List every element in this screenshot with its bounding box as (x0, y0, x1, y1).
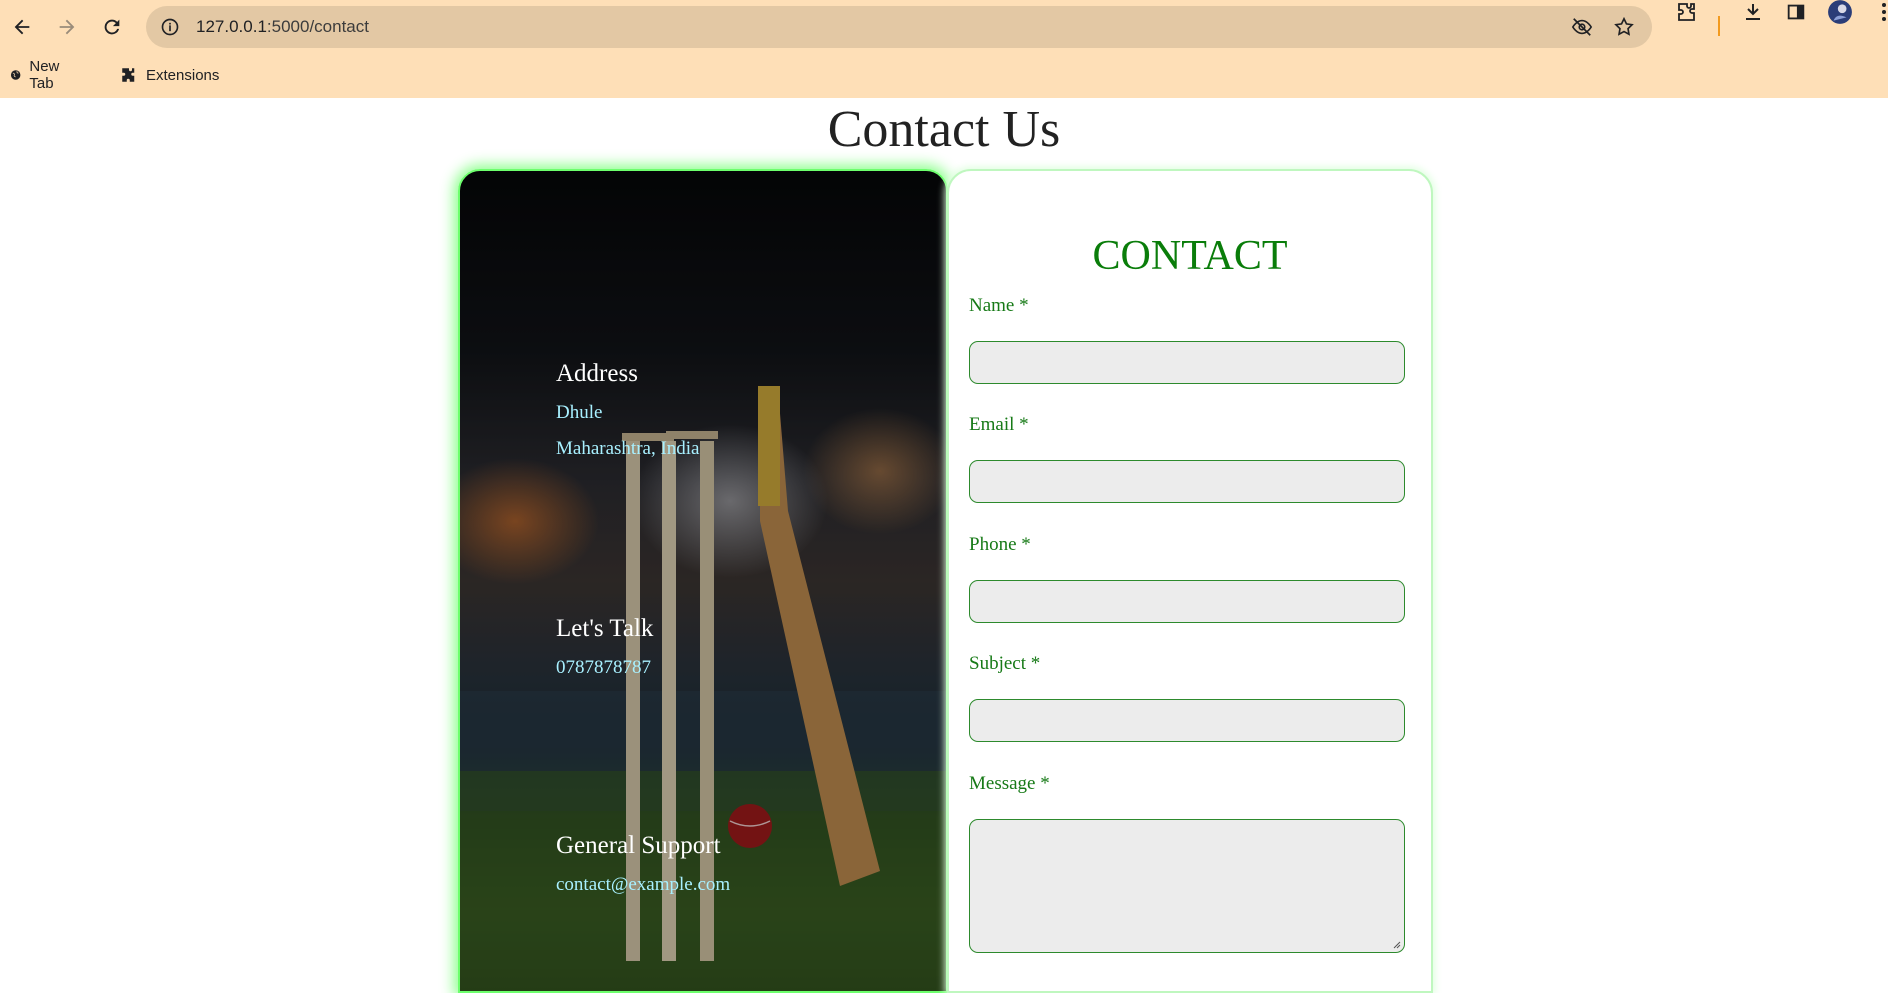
url-text[interactable]: 127.0.0.1:5000/contact (196, 17, 369, 37)
lets-talk-block: Let's Talk 0787878787 (556, 614, 653, 682)
name-input[interactable] (969, 341, 1405, 384)
lets-talk-heading: Let's Talk (556, 615, 654, 642)
address-bar[interactable]: 127.0.0.1:5000/contact (146, 6, 1652, 48)
forward-button[interactable] (50, 10, 84, 44)
bookmark-new-tab[interactable]: New Tab (10, 58, 66, 92)
page-title: Contact Us (827, 101, 1061, 158)
arrow-left-icon (14, 19, 30, 35)
general-support-heading: General Support (556, 832, 721, 859)
side-panel-icon[interactable] (1782, 0, 1810, 26)
toolbar-separator (1718, 16, 1720, 36)
general-support-block: General Support contact@example.com (556, 831, 730, 899)
email-label: Email * (969, 414, 1029, 435)
email-input[interactable] (969, 460, 1405, 503)
bookmark-label: Extensions (146, 66, 220, 84)
extensions-icon[interactable] (1672, 0, 1700, 26)
address-line-1: Dhule (556, 402, 603, 423)
subject-input[interactable] (969, 699, 1405, 742)
message-label: Message * (969, 773, 1050, 794)
form-title: CONTACT (1092, 233, 1288, 279)
reload-button[interactable] (95, 10, 129, 44)
url-host: 127.0.0.1 (196, 17, 267, 36)
address-heading: Address (556, 360, 638, 387)
name-label: Name * (969, 295, 1029, 316)
back-button[interactable] (5, 10, 39, 44)
eye-off-icon[interactable] (1570, 15, 1594, 39)
browser-chrome: 127.0.0.1:5000/contact New Tab Extension… (0, 0, 1888, 98)
profile-avatar[interactable] (1826, 0, 1854, 26)
resize-handle-icon[interactable] (1391, 939, 1401, 949)
subject-label: Subject * (969, 653, 1041, 674)
download-icon[interactable] (1739, 0, 1767, 26)
arrow-right-icon (59, 19, 75, 35)
url-path: :5000/contact (266, 17, 369, 36)
reload-icon (104, 19, 120, 35)
address-block: Address Dhule Maharashtra, India (556, 359, 700, 463)
bookmark-extensions[interactable]: Extensions (120, 66, 219, 84)
phone-label: Phone * (969, 534, 1031, 555)
bookmark-label: New Tab (29, 58, 60, 92)
contact-info-card: Address Dhule Maharashtra, India Let's T… (458, 169, 948, 993)
support-email: contact@example.com (556, 874, 731, 895)
globe-icon (10, 70, 21, 80)
contact-form-card: CONTACT Name * Email * Phone * Subject *… (947, 169, 1433, 993)
phone-number: 0787878787 (556, 657, 651, 678)
address-line-2: Maharashtra, India (556, 438, 700, 459)
star-icon[interactable] (1612, 15, 1636, 39)
menu-kebab-icon[interactable] (1870, 0, 1888, 26)
phone-input[interactable] (969, 580, 1405, 623)
message-textarea[interactable] (969, 819, 1405, 953)
puzzle-icon (122, 68, 135, 82)
site-info-icon[interactable] (158, 15, 182, 39)
